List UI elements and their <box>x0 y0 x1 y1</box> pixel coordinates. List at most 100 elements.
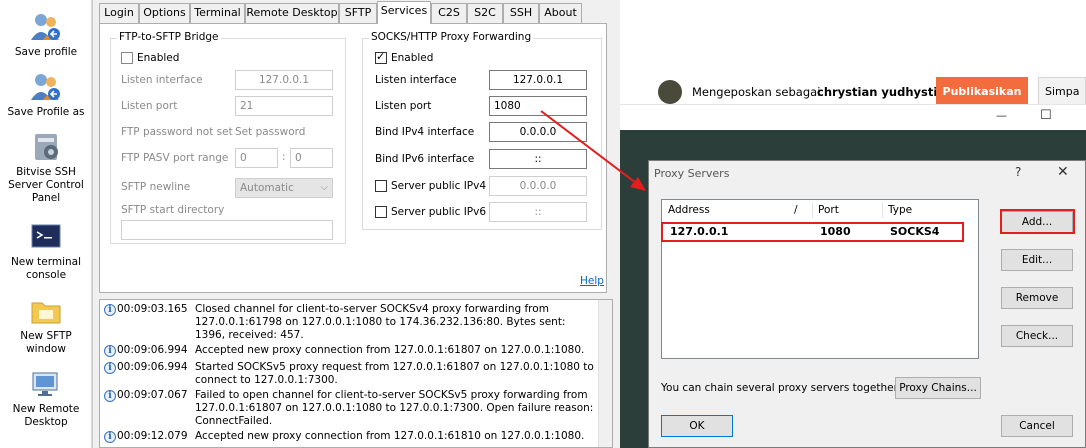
log-entry: i 00:09:12.079 Accepted new proxy connec… <box>104 430 592 444</box>
sftp-folder-icon <box>31 302 61 324</box>
edit-proxy-button[interactable]: Edit... <box>1001 249 1073 271</box>
bitvise-sidebar: Save profile Save Profile as Bitvise SSH… <box>0 0 92 448</box>
public-ipv4-label: Server public IPv4 <box>391 180 487 192</box>
ftp-listen-port-input[interactable]: 21 <box>235 96 333 116</box>
minimize-icon[interactable]: — <box>996 109 1007 122</box>
services-panel: FTP-to-SFTP Bridge Enabled Listen interf… <box>99 23 607 293</box>
tab-s2c[interactable]: S2C <box>467 3 503 23</box>
socks-proxy-group: SOCKS/HTTP Proxy Forwarding Enabled List… <box>362 31 602 230</box>
log-timestamp: 00:09:12.079 <box>117 430 188 442</box>
sftp-newline-label: SFTP newline <box>121 181 191 193</box>
new-remote-desktop-label: New Remote Desktop <box>12 403 80 428</box>
column-header-address[interactable]: Address <box>668 204 710 216</box>
socks-listen-interface-label: Listen interface <box>375 74 457 86</box>
ssh-server-control-panel-label: Bitvise SSH Server Control Panel <box>8 166 84 204</box>
maximize-icon[interactable]: ☐ <box>1040 108 1052 123</box>
new-sftp-window-label: New SFTP window <box>20 330 72 355</box>
ftp-enabled-checkbox[interactable] <box>121 52 133 64</box>
help-link[interactable]: Help <box>580 275 604 287</box>
public-ipv4-input[interactable]: 0.0.0.0 <box>489 176 587 196</box>
tab-sftp[interactable]: SFTP <box>339 3 377 23</box>
save-profile-as-button[interactable]: Save Profile as <box>0 70 92 119</box>
new-remote-desktop-button[interactable]: New Remote Desktop <box>0 367 92 429</box>
ok-button[interactable]: OK <box>661 415 733 437</box>
new-terminal-console-label: New terminal console <box>10 256 82 281</box>
socks-listen-port-label: Listen port <box>375 100 432 112</box>
socks-enabled-checkbox[interactable] <box>375 50 387 64</box>
public-ipv6-checkbox[interactable] <box>375 206 387 218</box>
proxy-servers-dialog: Proxy Servers ? ✕ Address / Port Type 12… <box>648 160 1086 448</box>
save-profile-as-icon <box>31 74 60 100</box>
save-draft-button[interactable]: Simpa <box>1038 77 1086 107</box>
column-divider <box>812 202 813 218</box>
info-icon: i <box>104 345 116 357</box>
bind-ipv4-label: Bind IPv4 interface <box>375 126 475 138</box>
chevron-down-icon: ⌵ <box>320 182 328 193</box>
public-ipv6-label: Server public IPv6 <box>391 206 487 218</box>
ftp-bridge-title: FTP-to-SFTP Bridge <box>117 31 221 43</box>
proxy-chain-hint: You can chain several proxy servers toge… <box>661 382 902 394</box>
tab-options[interactable]: Options <box>139 3 190 23</box>
publish-button[interactable]: Publikasikan <box>936 77 1028 107</box>
ftp-password-status-label: FTP password not set <box>121 126 233 138</box>
tab-remote-desktop[interactable]: Remote Desktop <box>245 3 339 23</box>
log-message: Accepted new proxy connection from 127.0… <box>195 430 585 442</box>
tab-c2s[interactable]: C2S <box>431 3 467 23</box>
tab-ssh[interactable]: SSH <box>503 3 539 23</box>
help-icon[interactable]: ? <box>1015 165 1021 179</box>
new-sftp-window-button[interactable]: New SFTP window <box>0 294 92 356</box>
log-timestamp: 00:09:06.994 <box>117 344 188 356</box>
ftp-enabled-label: Enabled <box>137 52 180 64</box>
log-entry: i 00:09:06.994 Accepted new proxy connec… <box>104 344 592 358</box>
terminal-icon <box>31 224 61 248</box>
tab-services[interactable]: Services <box>377 1 431 24</box>
tab-login[interactable]: Login <box>99 3 139 23</box>
pasv-to-input[interactable]: 0 <box>290 148 333 168</box>
socks-listen-interface-input[interactable]: 127.0.0.1 <box>489 70 587 90</box>
tab-terminal[interactable]: Terminal <box>190 3 245 23</box>
log-entry: i 00:09:03.165 Closed channel for client… <box>104 303 592 343</box>
posting-as-prefix: Mengeposkan sebagai <box>692 85 821 99</box>
cancel-button[interactable]: Cancel <box>1001 415 1073 437</box>
log-scrollbar[interactable] <box>598 300 612 447</box>
posting-as-user: chrystian yudhystira <box>817 85 951 99</box>
column-header-type[interactable]: Type <box>888 204 912 216</box>
close-icon[interactable]: ✕ <box>1057 164 1069 180</box>
sftp-newline-value: Automatic <box>240 182 294 194</box>
remove-proxy-button[interactable]: Remove <box>1001 287 1073 309</box>
save-profile-icon <box>31 14 60 40</box>
public-ipv4-checkbox[interactable] <box>375 180 387 192</box>
server-control-panel-icon <box>35 134 58 160</box>
check-proxy-button[interactable]: Check... <box>1001 325 1073 347</box>
sftp-start-dir-label: SFTP start directory <box>121 204 225 216</box>
bind-ipv6-input[interactable]: :: <box>489 149 587 169</box>
public-ipv6-input[interactable]: :: <box>489 202 587 222</box>
ssh-server-control-panel-button[interactable]: Bitvise SSH Server Control Panel <box>0 130 92 205</box>
log-message: Closed channel for client-to-server SOCK… <box>195 303 566 341</box>
log-timestamp: 00:09:06.994 <box>117 361 188 373</box>
ftp-listen-interface-input[interactable]: 127.0.0.1 <box>235 70 333 90</box>
new-terminal-console-button[interactable]: New terminal console <box>0 220 92 282</box>
socks-listen-port-input[interactable]: 1080 <box>489 96 587 116</box>
pasv-from-input[interactable]: 0 <box>235 148 278 168</box>
log-timestamp: 00:09:03.165 <box>117 303 188 315</box>
column-divider <box>882 202 883 218</box>
tab-about[interactable]: About <box>539 3 582 23</box>
save-profile-button[interactable]: Save profile <box>0 10 92 59</box>
ftp-listen-port-label: Listen port <box>121 100 178 112</box>
log-panel[interactable]: i 00:09:03.165 Closed channel for client… <box>99 299 613 448</box>
remote-desktop-icon <box>32 372 58 396</box>
sftp-newline-select[interactable]: Automatic ⌵ <box>235 178 333 198</box>
pasv-separator: : <box>282 151 286 163</box>
bind-ipv6-label: Bind IPv6 interface <box>375 153 475 165</box>
info-icon: i <box>104 431 116 443</box>
annotation-highlight-proxy-row <box>661 222 964 242</box>
bind-ipv4-input[interactable]: 0.0.0.0 <box>489 122 587 142</box>
log-entry: i 00:09:06.994 Started SOCKSv5 proxy req… <box>104 361 594 388</box>
column-header-port[interactable]: Port <box>818 204 839 216</box>
sftp-start-dir-input[interactable] <box>121 220 333 240</box>
proxy-chains-button[interactable]: Proxy Chains... <box>895 377 981 399</box>
ftp-pasv-range-label: FTP PASV port range <box>121 152 229 164</box>
set-password-link[interactable]: Set password <box>235 126 305 138</box>
browser-window-controls-bar: — ☐ <box>620 104 1086 130</box>
